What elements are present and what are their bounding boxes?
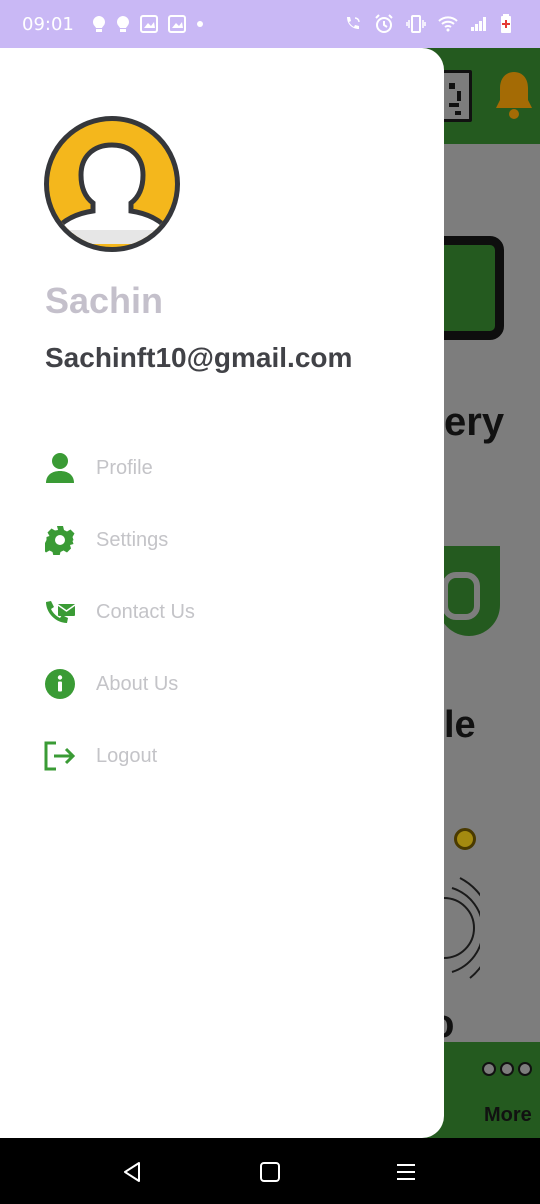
signal-icon xyxy=(470,16,488,32)
user-name: Sachin xyxy=(45,280,164,321)
status-right-icons xyxy=(344,0,512,48)
recents-icon[interactable] xyxy=(392,1158,420,1186)
bg-card-icon xyxy=(438,546,500,636)
menu-item-contact-us[interactable]: Contact Us xyxy=(0,580,444,644)
system-nav-bar xyxy=(0,1138,540,1204)
gallery-icon xyxy=(139,15,158,33)
dot-icon xyxy=(196,20,204,28)
home-icon[interactable] xyxy=(256,1158,284,1186)
gear-icon xyxy=(44,524,76,556)
menu-label-settings: Settings xyxy=(96,528,169,551)
bg-text-2: le xyxy=(444,704,476,746)
power-icon xyxy=(454,828,476,850)
notification-icon xyxy=(116,15,130,33)
person-icon xyxy=(44,452,76,484)
contact-mail-icon xyxy=(44,596,76,628)
avatar[interactable] xyxy=(44,116,180,252)
back-icon[interactable] xyxy=(118,1158,146,1186)
menu-label-profile: Profile xyxy=(96,456,153,479)
status-bar: 09:01 xyxy=(0,0,540,48)
menu-item-profile[interactable]: Profile xyxy=(0,436,444,500)
user-email: Sachinft10@gmail.com xyxy=(45,342,353,373)
vibrate-icon xyxy=(406,15,426,33)
bell-icon xyxy=(494,70,534,120)
navigation-drawer: Sachin Sachinft10@gmail.com Profile Sett… xyxy=(0,48,444,1138)
more-dots-icon xyxy=(482,1062,532,1076)
bg-text-1: ery xyxy=(444,400,505,444)
info-icon xyxy=(44,668,76,700)
notification-icon xyxy=(92,15,106,33)
wifi-icon xyxy=(438,16,458,32)
dot xyxy=(482,1062,496,1076)
menu-item-settings[interactable]: Settings xyxy=(0,508,444,572)
dot xyxy=(518,1062,532,1076)
status-left-icons xyxy=(92,15,204,33)
alarm-icon xyxy=(374,14,394,34)
wifi-call-icon xyxy=(344,15,362,33)
dot xyxy=(500,1062,514,1076)
gallery-icon xyxy=(167,15,186,33)
battery-icon xyxy=(500,14,512,34)
menu-label-contact-us: Contact Us xyxy=(96,600,195,623)
menu-label-about-us: About Us xyxy=(96,672,179,695)
qr-scan-icon xyxy=(440,70,472,122)
status-time: 09:01 xyxy=(22,13,74,35)
logout-icon xyxy=(44,740,76,772)
bg-more-label: More xyxy=(484,1104,532,1126)
menu-item-about-us[interactable]: About Us xyxy=(0,652,444,716)
menu-item-logout[interactable]: Logout xyxy=(0,724,444,788)
menu-label-logout: Logout xyxy=(96,744,158,767)
